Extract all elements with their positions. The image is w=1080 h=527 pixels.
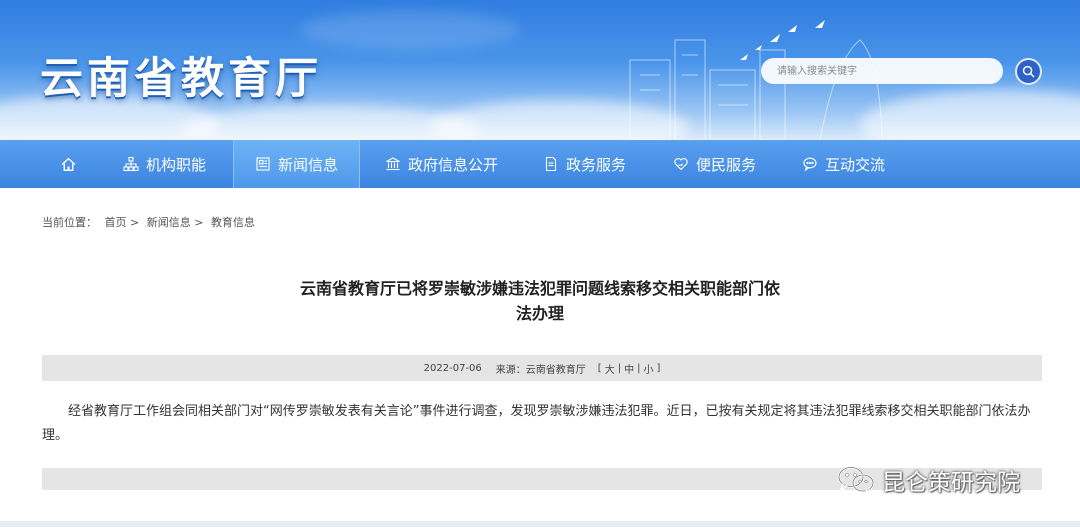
nav-item-home[interactable]	[60, 140, 77, 188]
breadcrumb-news-link[interactable]: 新闻信息	[147, 216, 191, 229]
breadcrumb-home-link[interactable]: 首页	[105, 216, 127, 229]
font-size-medium-button[interactable]: 中	[621, 361, 637, 376]
search-input[interactable]	[761, 58, 1003, 84]
article-meta-bar: 2022-07-06 来源： 云南省教育厅 [ 大 | 中 | 小 ]	[42, 355, 1042, 381]
nav-item-label: 政府信息公开	[408, 155, 499, 174]
publish-date: 2022-07-06	[423, 362, 482, 374]
site-title[interactable]: 云南省教育厅	[40, 44, 322, 106]
nav-item-gov-services[interactable]: 政务服务	[543, 140, 626, 188]
nav-item-news[interactable]: 新闻信息	[233, 140, 360, 188]
font-size-large-button[interactable]: 大	[602, 361, 618, 376]
header-banner: 云南省教育厅	[0, 0, 1080, 140]
search-button[interactable]	[1015, 58, 1042, 85]
font-size-bracket-close: ]	[656, 362, 661, 374]
source-value: 云南省教育厅	[525, 364, 586, 376]
article-title: 云南省教育厅已将罗崇敏涉嫌违法犯罪问题线索移交相关职能部门依 法办理	[240, 276, 840, 326]
government-building-icon	[385, 156, 401, 172]
watermark: 昆仑策研究院	[836, 462, 1020, 498]
breadcrumb-prefix: 当前位置：	[42, 216, 97, 229]
breadcrumb-separator: >	[130, 216, 140, 229]
heart-hands-icon	[673, 156, 689, 172]
article-title-line: 云南省教育厅已将罗崇敏涉嫌违法犯罪问题线索移交相关职能部门依	[299, 279, 780, 298]
source-label: 来源：	[495, 364, 526, 376]
search-icon	[1022, 65, 1035, 78]
wechat-icon	[837, 466, 875, 495]
nav-item-label: 新闻信息	[278, 155, 339, 174]
newspaper-icon	[255, 156, 271, 172]
chat-bubble-icon	[802, 156, 818, 172]
nav-item-label: 政务服务	[566, 155, 627, 174]
nav-item-gov-info-disclosure[interactable]: 政府信息公开	[385, 140, 498, 188]
nav-item-interaction[interactable]: 互动交流	[802, 140, 885, 188]
nav-item-label: 机构职能	[146, 155, 207, 174]
breadcrumb: 当前位置： 首页 > 新闻信息 > 教育信息	[42, 214, 255, 230]
article-body: 经省教育厅工作组会同相关部门对“网传罗崇敏发表有关言论”事件进行调查，发现罗崇敏…	[42, 404, 1031, 443]
article-title-line: 法办理	[515, 304, 564, 323]
breadcrumb-education-link[interactable]: 教育信息	[211, 216, 255, 229]
document-icon	[543, 156, 559, 172]
nav-item-citizen-services[interactable]: 便民服务	[673, 140, 756, 188]
breadcrumb-separator: >	[194, 216, 204, 229]
font-size-small-button[interactable]: 小	[640, 361, 656, 376]
nav-item-label: 便民服务	[696, 155, 757, 174]
nav-item-org-functions[interactable]: 机构职能	[123, 140, 206, 188]
org-chart-icon	[123, 156, 139, 172]
main-nav: 机构职能 新闻信息 政府信息公开 政务服务 便民服务 互动交流	[0, 140, 1080, 188]
page-bottom-strip	[0, 521, 1080, 527]
nav-item-label: 互动交流	[825, 155, 886, 174]
home-icon	[61, 157, 76, 171]
watermark-text: 昆仑策研究院	[882, 470, 1020, 496]
